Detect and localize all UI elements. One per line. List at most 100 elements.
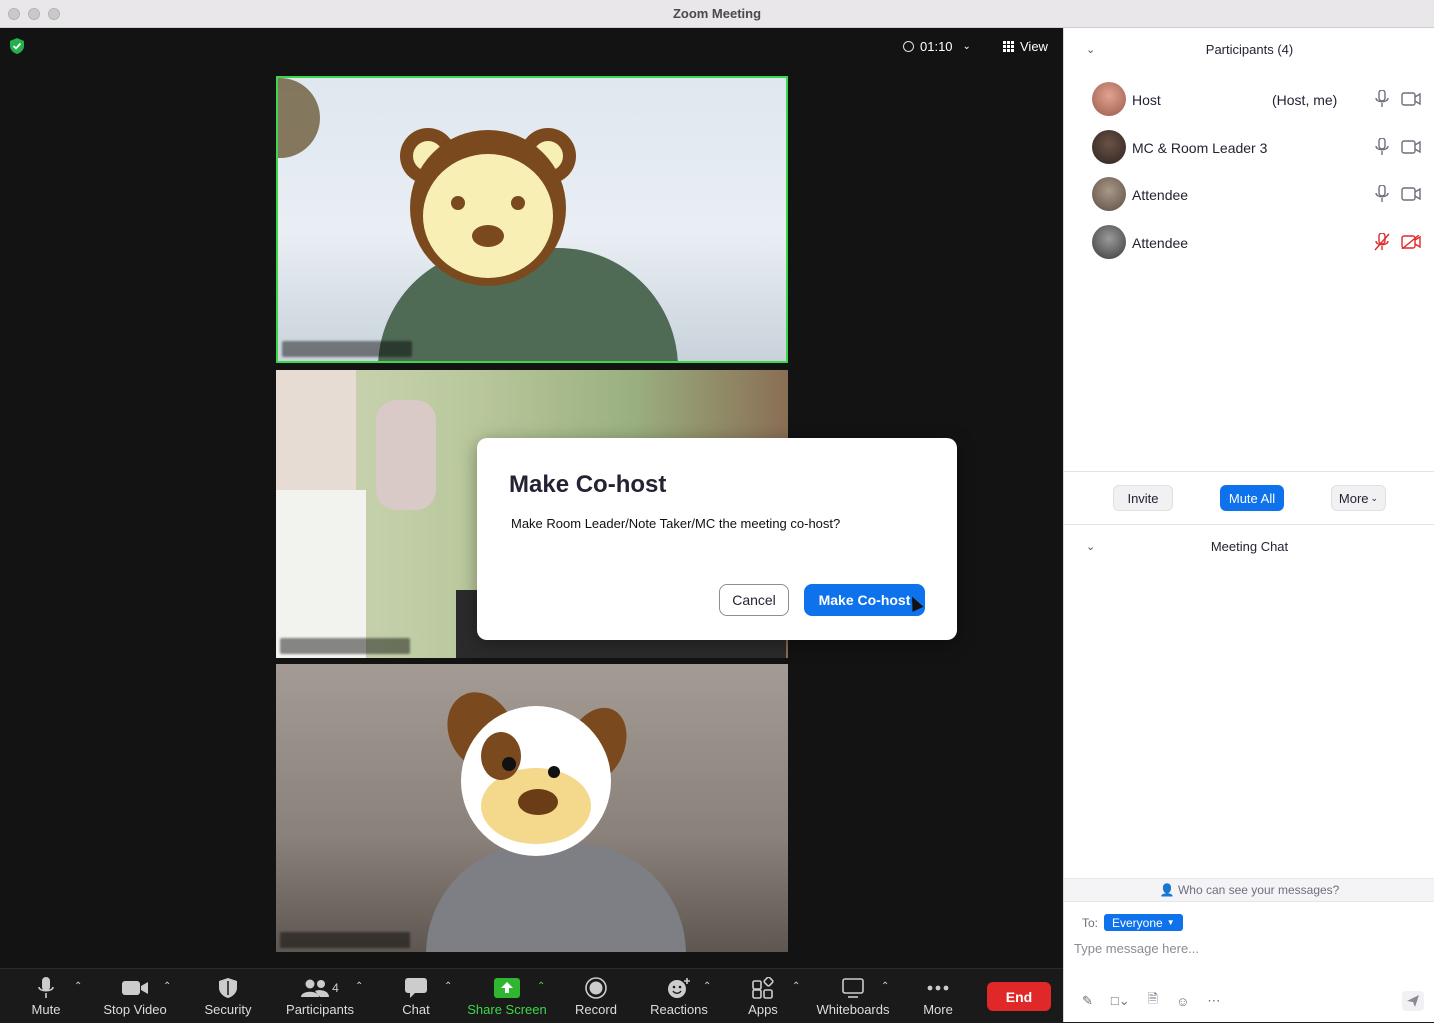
view-button[interactable]: View (1003, 35, 1048, 57)
make-cohost-dialog: Make Co-host Make Room Leader/Note Taker… (477, 438, 957, 640)
microphone-muted-icon[interactable] (1374, 233, 1390, 251)
video-options-caret-icon[interactable]: ⌃ (163, 981, 171, 992)
mute-options-caret-icon[interactable]: ⌃ (74, 981, 82, 992)
video-tile-active-speaker[interactable] (276, 76, 788, 363)
reactions-button[interactable]: Reactions (648, 969, 710, 1023)
video-camera-icon (122, 977, 148, 999)
mute-button[interactable]: Mute (26, 969, 66, 1023)
apps-button[interactable]: Apps (743, 969, 783, 1023)
more-dots-icon (927, 977, 949, 999)
chat-message-input[interactable] (1074, 938, 1424, 958)
chat-label: Chat (402, 1002, 430, 1017)
file-icon[interactable]: 🗎 (1148, 990, 1158, 1012)
participants-button[interactable]: 4 Participants (283, 969, 357, 1023)
emoji-icon[interactable]: ☺ (1176, 994, 1189, 1009)
whiteboards-button[interactable]: Whiteboards (815, 969, 891, 1023)
microphone-icon[interactable] (1374, 138, 1390, 156)
mute-label: Mute (31, 1002, 61, 1017)
participants-options-caret-icon[interactable]: ⌃ (355, 981, 363, 992)
participants-count: 4 (332, 981, 339, 995)
whiteboards-options-caret-icon[interactable]: ⌃ (881, 981, 889, 992)
invite-button[interactable]: Invite (1113, 485, 1173, 511)
side-panel: ⌄ Participants (4) Host (Host, me) MC & … (1063, 28, 1434, 1022)
security-button[interactable]: Security (203, 969, 253, 1023)
recipient-dropdown[interactable]: Everyone ▼ (1104, 914, 1183, 931)
grid-view-icon (1003, 40, 1014, 52)
dog-face-filter (447, 692, 627, 856)
person-shirt (426, 844, 686, 952)
participant-nametag (280, 932, 410, 948)
meeting-timer[interactable]: 01:10 ⌄ (903, 35, 971, 57)
chat-options-caret-icon[interactable]: ⌃ (444, 981, 452, 992)
video-camera-icon[interactable] (1401, 187, 1421, 201)
reactions-options-caret-icon[interactable]: ⌃ (703, 981, 711, 992)
dialog-message: Make Room Leader/Note Taker/MC the meeti… (511, 516, 841, 531)
zoom-window: Zoom Meeting 01:10 ⌄ View Make Co-host M… (0, 0, 1434, 1022)
video-tile[interactable] (276, 664, 788, 952)
encryption-shield-icon[interactable] (10, 38, 24, 54)
shelf (276, 490, 366, 658)
more-options-label: More (1338, 490, 1369, 506)
more-label: More (923, 1002, 953, 1017)
whiteboard-icon (842, 977, 864, 999)
participants-icon: 4 (301, 977, 339, 999)
participant-row[interactable]: Attendee (1064, 223, 1434, 263)
recipient-label: Everyone (1112, 915, 1163, 930)
whiteboards-label: Whiteboards (816, 1002, 890, 1017)
bear-face-filter (400, 128, 576, 286)
apps-label: Apps (748, 1002, 778, 1017)
microphone-icon (38, 977, 54, 999)
more-options-button[interactable]: More ⌄ (1331, 485, 1386, 511)
wreath-decoration (278, 78, 320, 158)
screenshot-icon[interactable]: □⌄ (1111, 993, 1130, 1009)
clock-icon (903, 40, 914, 52)
shield-icon (219, 977, 237, 999)
apps-icon (752, 977, 774, 999)
mute-all-button[interactable]: Mute All (1220, 485, 1284, 511)
chevron-down-icon: ⌄ (962, 40, 971, 52)
participant-row[interactable]: MC & Room Leader 3 (1064, 128, 1434, 168)
smiley-plus-icon (667, 977, 691, 999)
microphone-icon[interactable] (1374, 185, 1390, 203)
who-can-see-label: Who can see your messages? (1177, 883, 1340, 897)
participant-row[interactable]: Host (Host, me) (1064, 80, 1434, 120)
participant-nametag (282, 341, 412, 357)
more-dots-icon[interactable]: ⋯ (1207, 993, 1220, 1009)
apps-options-caret-icon[interactable]: ⌃ (792, 981, 800, 992)
chat-bubble-icon (405, 977, 427, 999)
video-off-icon[interactable] (1401, 235, 1421, 249)
title-bar: Zoom Meeting (0, 0, 1434, 28)
participants-actions: Invite Mute All More ⌄ (1064, 471, 1434, 525)
person-lock-icon: 👤 (1159, 883, 1175, 897)
timer-value: 01:10 (920, 38, 953, 54)
share-options-caret-icon[interactable]: ⌃ (537, 981, 545, 992)
share-screen-button[interactable]: Share Screen (467, 969, 547, 1023)
chat-header: ⌄ Meeting Chat (1064, 525, 1434, 569)
avatar (1092, 130, 1126, 164)
chat-title: Meeting Chat (1210, 539, 1289, 554)
meeting-area: 01:10 ⌄ View Make Co-host Make Room Lead… (0, 28, 1063, 968)
more-button[interactable]: More (918, 969, 958, 1023)
send-icon[interactable] (1402, 991, 1424, 1011)
participant-name: Host (1132, 92, 1161, 108)
chevron-down-icon: ⌄ (1370, 492, 1379, 503)
chat-tools: ✎ □⌄ 🗎 ☺ ⋯ (1082, 991, 1220, 1011)
window-title: Zoom Meeting (672, 6, 762, 21)
participant-row[interactable]: Attendee (1064, 175, 1434, 215)
avatar (1092, 225, 1126, 259)
to-label: To: (1082, 916, 1099, 930)
stop-video-button[interactable]: Stop Video (100, 969, 170, 1023)
record-button[interactable]: Record (571, 969, 621, 1023)
meeting-toolbar: Mute ⌃ Stop Video ⌃ Security 4 Participa… (0, 968, 1063, 1022)
chat-button[interactable]: Chat (396, 969, 436, 1023)
video-camera-icon[interactable] (1401, 140, 1421, 154)
reactions-label: Reactions (650, 1002, 708, 1017)
cancel-button[interactable]: Cancel (719, 584, 789, 616)
avatar (1092, 177, 1126, 211)
end-meeting-button[interactable]: End (987, 982, 1051, 1011)
who-can-see-messages-link[interactable]: 👤 Who can see your messages? (1064, 878, 1434, 902)
video-camera-icon[interactable] (1401, 92, 1421, 106)
microphone-icon[interactable] (1374, 90, 1390, 108)
format-text-icon[interactable]: ✎ (1082, 993, 1093, 1009)
participant-role: (Host, me) (1272, 92, 1338, 108)
